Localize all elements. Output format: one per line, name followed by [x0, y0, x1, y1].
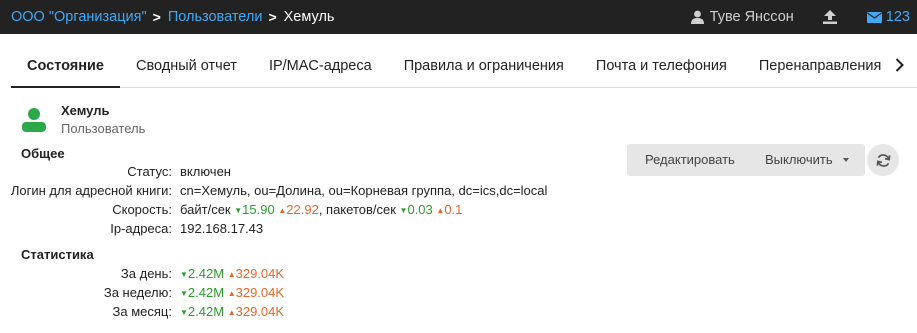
general-section-title: Общее [21, 146, 65, 161]
tab-summary-report[interactable]: Сводный отчет [120, 44, 253, 87]
speed-packets-down-value: 0.03 [407, 202, 433, 217]
envelope-icon [866, 11, 882, 23]
stats-week-down: ▼2.42M [180, 285, 224, 300]
tab-rules[interactable]: Правила и ограничения [388, 44, 580, 87]
breadcrumb-current: Хемуль [283, 9, 335, 25]
speed-row: Скорость: байт/сек ▼15.90 ▲22.92, пакето… [0, 202, 700, 220]
messages-button[interactable]: 123 [866, 9, 910, 25]
speed-bytes-up-value: 22.92 [286, 202, 319, 217]
status-row: Статус: включен [0, 164, 700, 182]
stats-month-up-value: 329.04K [235, 304, 285, 319]
speed-bytes-down: ▼15.90 [234, 202, 274, 217]
status-value: включен [180, 164, 231, 179]
speed-packets-up-value: 0.1 [444, 202, 463, 217]
refresh-button[interactable] [867, 144, 899, 176]
user-name: Хемуль [61, 103, 110, 118]
speed-packets-down: ▼0.03 [400, 202, 433, 217]
stats-week-up-value: 329.04K [235, 285, 285, 300]
arrow-down-icon: ▼ [180, 289, 188, 298]
stats-day-up-value: 329.04K [235, 266, 285, 281]
speed-packets-prefix: , пакетов/сек [318, 202, 396, 217]
upload-button[interactable] [822, 10, 837, 24]
tab-bar: Состояние Сводный отчет IP/MAC-адреса Пр… [11, 44, 917, 88]
user-avatar-icon [21, 108, 47, 135]
disable-dropdown-button[interactable]: Выключить [765, 152, 849, 167]
speed-label: Скорость: [112, 202, 172, 217]
caret-down-icon [842, 157, 849, 162]
upload-icon [822, 10, 837, 24]
stats-week-up: ▲329.04K [228, 285, 284, 300]
speed-bytes-down-value: 15.90 [242, 202, 275, 217]
stats-month-up: ▲329.04K [228, 304, 284, 319]
login-label: Логин для адресной книги: [10, 183, 172, 198]
stats-row: За месяц: ▼2.42M ▲329.04K [0, 304, 700, 322]
stats-day-label: За день: [120, 266, 172, 281]
speed-value: байт/сек ▼15.90 ▲22.92, пакетов/сек ▼0.0… [180, 202, 462, 220]
stats-week-label: За неделю: [103, 285, 172, 300]
ip-value: 192.168.17.43 [180, 221, 264, 236]
breadcrumb-org-link[interactable]: ООО "Организация" [11, 9, 147, 25]
stats-day-up: ▲329.04K [228, 266, 284, 281]
stats-month-down-value: 2.42M [187, 304, 225, 319]
stats-day-value: ▼2.42M ▲329.04K [180, 266, 284, 284]
tab-redirects[interactable]: Перенаправления [743, 44, 898, 87]
tabs-scroll-right-icon[interactable] [895, 58, 904, 75]
tab-ip-mac[interactable]: IP/MAC-адреса [253, 44, 388, 87]
edit-button[interactable]: Редактировать [645, 152, 735, 167]
user-icon [690, 10, 704, 24]
stats-month-label: За месяц: [112, 304, 172, 319]
current-user-menu[interactable]: Туве Янссон [690, 9, 794, 25]
breadcrumb-separator: > [268, 9, 277, 25]
action-button-group: Редактировать Выключить [627, 144, 865, 176]
ip-row: Ip-адреса: 192.168.17.43 [0, 221, 700, 239]
refresh-icon [876, 153, 890, 167]
tab-mail-telephony[interactable]: Почта и телефония [580, 44, 743, 87]
status-label: Статус: [127, 164, 172, 179]
stats-week-down-value: 2.42M [187, 285, 225, 300]
messages-count: 123 [885, 9, 910, 25]
speed-bytes-up: ▲22.92 [278, 202, 318, 217]
arrow-down-icon: ▼ [180, 308, 188, 317]
stats-row: За неделю: ▼2.42M ▲329.04K [0, 285, 700, 303]
login-value: cn=Хемуль, ou=Долина, ou=Корневая группа… [180, 183, 548, 198]
stats-month-value: ▼2.42M ▲329.04K [180, 304, 284, 322]
tab-status[interactable]: Состояние [11, 44, 120, 88]
login-row: Логин для адресной книги: cn=Хемуль, ou=… [0, 183, 700, 201]
arrow-down-icon: ▼ [234, 206, 243, 215]
stats-row: За день: ▼2.42M ▲329.04K [0, 266, 700, 284]
arrow-up-icon: ▲ [227, 289, 236, 298]
current-user-name: Туве Янссон [709, 9, 794, 25]
breadcrumb-users-link[interactable]: Пользователи [168, 9, 263, 25]
breadcrumb: ООО "Организация" > Пользователи > Хемул… [11, 0, 334, 34]
stats-week-value: ▼2.42M ▲329.04K [180, 285, 284, 303]
stats-month-down: ▼2.42M [180, 304, 224, 319]
arrow-up-icon: ▲ [227, 308, 236, 317]
speed-packets-up: ▲0.1 [436, 202, 462, 217]
ip-label: Ip-адреса: [110, 221, 172, 236]
arrow-up-icon: ▲ [227, 270, 236, 279]
stats-section-title: Статистика [21, 247, 94, 262]
stats-day-down: ▼2.42M [180, 266, 224, 281]
speed-bytes-prefix: байт/сек [180, 202, 231, 217]
top-navbar: ООО "Организация" > Пользователи > Хемул… [0, 0, 917, 34]
user-role: Пользователь [61, 121, 146, 136]
breadcrumb-separator: > [152, 9, 161, 25]
disable-button-label: Выключить [765, 152, 833, 167]
stats-day-down-value: 2.42M [187, 266, 225, 281]
arrow-down-icon: ▼ [180, 270, 188, 279]
